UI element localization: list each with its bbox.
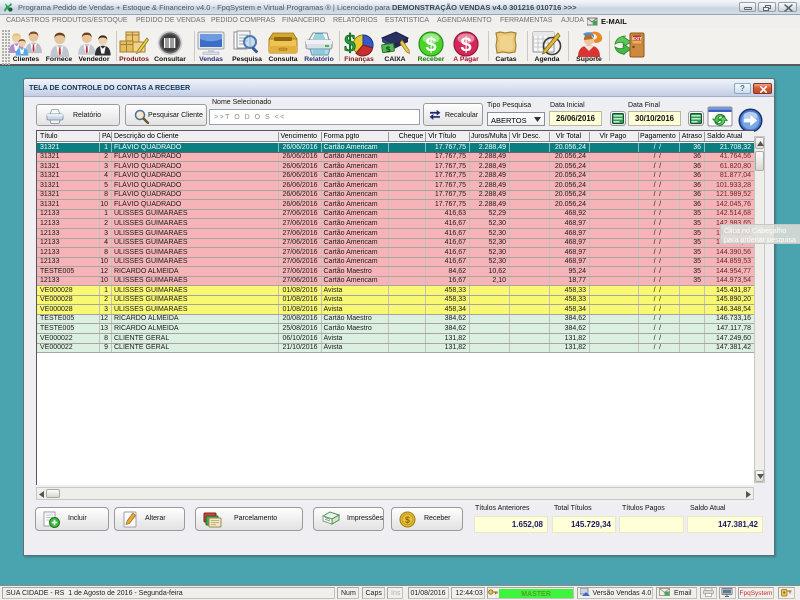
svg-text:EXIT: EXIT xyxy=(632,36,642,41)
svg-text:$: $ xyxy=(425,35,436,57)
svg-text:$: $ xyxy=(405,515,410,525)
svg-text:$: $ xyxy=(460,35,471,57)
svg-text:$: $ xyxy=(344,31,356,57)
